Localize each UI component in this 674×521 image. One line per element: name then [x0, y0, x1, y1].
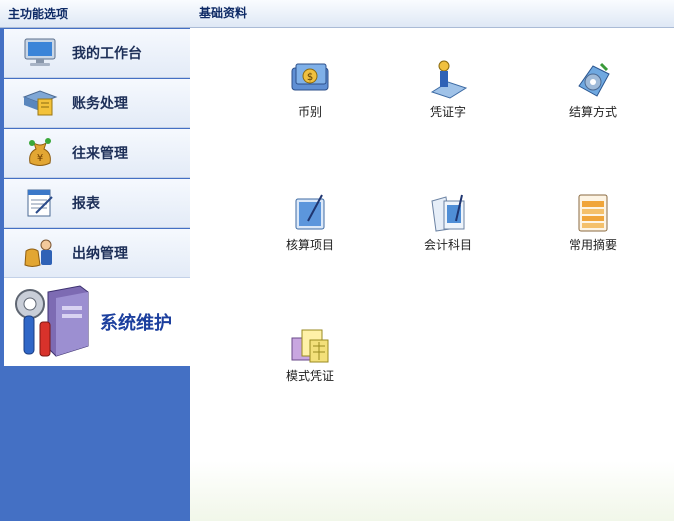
- summary-icon: [578, 194, 608, 232]
- ledger-icon: [22, 87, 58, 119]
- tile-label: 结算方式: [568, 105, 617, 119]
- tile-common-summary[interactable]: 常用摘要: [548, 191, 638, 253]
- nav-active-label: 系统维护: [100, 313, 172, 334]
- basic-data-title: 基础资料: [190, 0, 674, 28]
- tile-settlement-method[interactable]: 结算方式: [548, 58, 638, 120]
- nav-system-maintenance[interactable]: 系统维护: [4, 278, 190, 366]
- svg-text:$: $: [307, 72, 313, 83]
- basic-data-panel: 基础资料 $ 币别 凭证字 结算方式 核算项目 会计科目 常用摘要 模式凭证: [190, 0, 674, 521]
- tile-label: 凭证字: [429, 105, 466, 119]
- currency-icon: $: [291, 63, 329, 91]
- settlement-method-icon: [578, 62, 610, 97]
- nav-label: 往来管理: [72, 146, 128, 162]
- nav-label: 账务处理: [72, 96, 128, 112]
- nav-cashier[interactable]: 出纳管理: [4, 229, 190, 278]
- nav-label: 我的工作台: [72, 46, 142, 62]
- tile-label: 币别: [297, 105, 322, 119]
- cashier-icon: [22, 237, 58, 269]
- tile-accounting-item[interactable]: 核算项目: [265, 191, 355, 253]
- svg-text:¥: ¥: [37, 153, 43, 164]
- nav-my-workbench[interactable]: 我的工作台: [4, 29, 190, 78]
- nav-label: 报表: [72, 196, 100, 212]
- monitor-icon: [22, 37, 58, 69]
- accounting-item-icon: [295, 194, 325, 230]
- tile-label: 模式凭证: [285, 369, 334, 383]
- tile-voucher-word[interactable]: 凭证字: [403, 58, 493, 120]
- main-function-title: 主功能选项: [0, 0, 190, 28]
- accounting-subject-icon: [431, 194, 465, 232]
- tile-label: 核算项目: [285, 238, 334, 252]
- panel-bottom-gradient: [190, 461, 674, 521]
- nav-accounting[interactable]: 账务处理: [4, 79, 190, 128]
- tile-accounting-subject[interactable]: 会计科目: [403, 191, 493, 253]
- report-icon: [22, 187, 58, 219]
- nav-reports[interactable]: 报表: [4, 179, 190, 228]
- nav-transactions[interactable]: ¥ 往来管理: [4, 129, 190, 178]
- template-voucher-icon: [291, 329, 329, 363]
- system-tools-icon: [10, 282, 92, 362]
- money-bag-icon: ¥: [22, 137, 58, 169]
- tile-currency[interactable]: $ 币别: [265, 58, 355, 120]
- tile-label: 会计科目: [423, 238, 472, 252]
- tile-template-voucher[interactable]: 模式凭证: [265, 322, 355, 384]
- tile-label: 常用摘要: [568, 238, 617, 252]
- nav-label: 出纳管理: [72, 246, 128, 262]
- voucher-word-icon: [430, 60, 468, 99]
- main-function-panel: 主功能选项 我的工作台 账务处理 ¥ 往来管理 报表 出纳管理 系统维护: [0, 0, 190, 521]
